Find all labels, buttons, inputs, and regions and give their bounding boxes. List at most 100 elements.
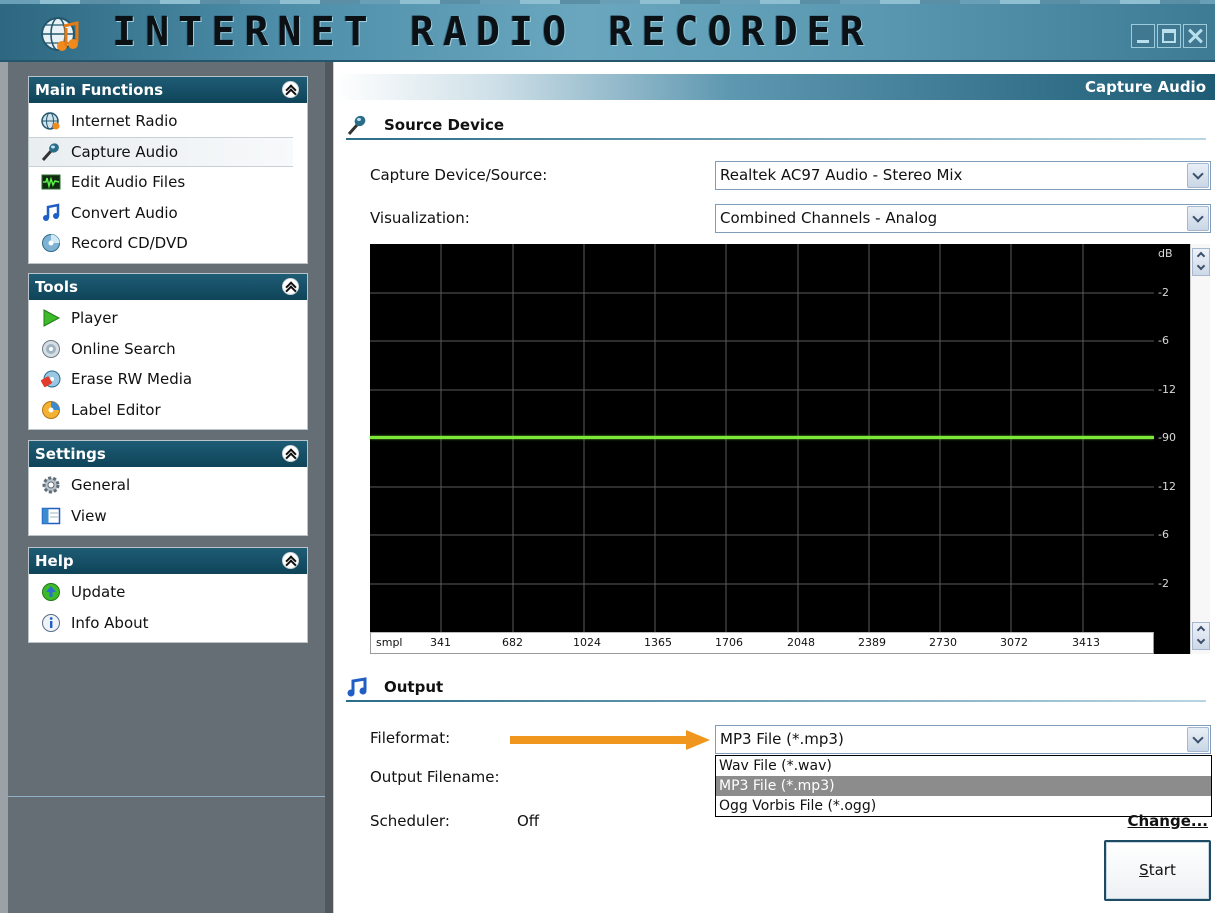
- signal-line: [370, 436, 1154, 439]
- sidebar-item-edit-audio-files[interactable]: Edit Audio Files: [29, 167, 307, 198]
- output-section-header: Output: [346, 674, 1206, 702]
- label-disc-icon: [42, 400, 60, 419]
- app-logo-icon: [41, 17, 79, 51]
- view-icon: [41, 507, 61, 524]
- chevron-down-icon[interactable]: [1187, 206, 1209, 231]
- microphone-icon: [347, 115, 366, 135]
- panel-help: Help Update Info About: [28, 547, 308, 643]
- music-notes-icon: [43, 203, 60, 221]
- sidebar-item-record-cd-dvd[interactable]: Record CD/DVD: [29, 228, 307, 259]
- collapse-icon[interactable]: [282, 445, 299, 462]
- sidebar-item-erase-rw-media[interactable]: Erase RW Media: [29, 364, 307, 395]
- search-disc-icon: [42, 339, 60, 358]
- sidebar-item-label: Convert Audio: [71, 203, 178, 222]
- sample-tick-label: 682: [502, 636, 523, 649]
- panel-settings: Settings General View: [28, 440, 308, 536]
- panel-title: Settings: [35, 445, 106, 463]
- chevron-up-icon[interactable]: [1196, 625, 1206, 635]
- sidebar-item-label: View: [71, 506, 107, 525]
- sidebar-item-label: Capture Audio: [71, 142, 179, 161]
- sidebar-item-online-search[interactable]: Online Search: [29, 334, 307, 365]
- window-controls: [1131, 24, 1207, 48]
- sidebar: Main Functions Internet Radio Capture Au…: [0, 62, 333, 913]
- scheduler-label: Scheduler:: [370, 812, 450, 830]
- sidebar-item-capture-audio[interactable]: Capture Audio: [29, 136, 293, 167]
- sidebar-item-label: Edit Audio Files: [71, 173, 186, 192]
- panel-main-functions: Main Functions Internet Radio Capture Au…: [28, 76, 308, 264]
- chevron-down-icon[interactable]: [1187, 727, 1209, 752]
- dropdown-option-wav[interactable]: Wav File (*.wav): [716, 756, 1211, 776]
- start-mnemonic: S: [1139, 861, 1149, 879]
- fileformat-label: Fileformat:: [370, 729, 451, 747]
- erase-disc-icon: [41, 370, 61, 388]
- change-scheduler-link[interactable]: Change...: [1128, 812, 1209, 830]
- sample-tick-label: 3072: [1000, 636, 1028, 649]
- fileformat-dropdown-list: Wav File (*.wav) MP3 File (*.mp3) Ogg Vo…: [715, 755, 1212, 817]
- collapse-icon[interactable]: [282, 552, 299, 569]
- sidebar-item-update[interactable]: Update: [29, 577, 307, 608]
- sidebar-item-info-about[interactable]: Info About: [29, 608, 307, 639]
- sidebar-item-label: Record CD/DVD: [71, 234, 188, 253]
- audio-visualizer: dB -2 -6 -12 -90 -12 -6 -2 smpl 341 682 1024 1365…: [370, 244, 1190, 654]
- scheduler-value: Off: [517, 812, 540, 830]
- sidebar-item-label: Update: [71, 583, 126, 602]
- visualization-select[interactable]: Combined Channels - Analog: [715, 204, 1211, 233]
- arrow-right-icon: [510, 730, 710, 750]
- panel-title: Tools: [35, 278, 78, 296]
- chevron-down-icon[interactable]: [1187, 163, 1209, 188]
- source-device-section-header: Source Device: [346, 112, 1206, 140]
- dropdown-option-mp3[interactable]: MP3 File (*.mp3): [716, 776, 1211, 796]
- panel-header-settings[interactable]: Settings: [29, 441, 307, 467]
- sample-tick-label: 1706: [715, 636, 743, 649]
- collapse-icon[interactable]: [282, 278, 299, 295]
- panel-header-tools[interactable]: Tools: [29, 274, 307, 300]
- gear-icon: [42, 476, 60, 494]
- sample-tick-label: 2389: [858, 636, 886, 649]
- chevron-up-icon[interactable]: [1196, 251, 1206, 261]
- info-icon: [42, 613, 60, 632]
- page-title: Capture Audio: [1085, 78, 1206, 96]
- microphone-icon: [41, 143, 59, 161]
- panel-tools: Tools Player Online Search Erase RW Medi…: [28, 273, 308, 430]
- fileformat-select[interactable]: MP3 File (*.mp3): [715, 725, 1211, 754]
- sample-tick-label: 2048: [787, 636, 815, 649]
- minimize-button[interactable]: [1131, 24, 1155, 48]
- sidebar-edge: [0, 62, 8, 913]
- collapse-icon[interactable]: [282, 81, 299, 98]
- start-label-rest: tart: [1148, 861, 1176, 879]
- panel-header-main-functions[interactable]: Main Functions: [29, 77, 307, 103]
- page-header: Capture Audio: [334, 74, 1215, 100]
- sidebar-item-label: Online Search: [71, 339, 176, 358]
- close-button[interactable]: [1183, 24, 1207, 48]
- db-tick-label: -12: [1158, 480, 1176, 493]
- panel-header-help[interactable]: Help: [29, 548, 307, 574]
- sample-tick-label: 1024: [573, 636, 601, 649]
- db-tick-label: -12: [1158, 383, 1176, 396]
- section-rule: [346, 700, 1206, 702]
- capture-device-value: Realtek AC97 Audio - Stereo Mix: [720, 166, 963, 184]
- main-content: Capture Audio Source Device Capture Devi…: [333, 62, 1215, 913]
- sidebar-item-general[interactable]: General: [29, 470, 307, 501]
- sidebar-item-label: Info About: [71, 613, 149, 632]
- sidebar-item-player[interactable]: Player: [29, 303, 307, 334]
- sidebar-item-label: Player: [71, 309, 118, 328]
- sidebar-item-label-editor[interactable]: Label Editor: [29, 395, 307, 426]
- sidebar-item-label: Label Editor: [71, 400, 161, 419]
- sample-tick-label: 2730: [929, 636, 957, 649]
- chevron-down-icon[interactable]: [1196, 261, 1206, 271]
- capture-device-select[interactable]: Realtek AC97 Audio - Stereo Mix: [715, 161, 1211, 190]
- sidebar-item-view[interactable]: View: [29, 501, 307, 532]
- sidebar-item-internet-radio[interactable]: Internet Radio: [29, 106, 307, 137]
- update-icon: [42, 583, 60, 602]
- scale-top-spinner[interactable]: [1192, 248, 1210, 276]
- maximize-button[interactable]: [1157, 24, 1181, 48]
- section-title: Output: [384, 678, 444, 696]
- start-button[interactable]: Start: [1104, 840, 1211, 901]
- chevron-down-icon[interactable]: [1196, 635, 1206, 645]
- sidebar-item-convert-audio[interactable]: Convert Audio: [29, 198, 307, 229]
- visualizer-scrollbar[interactable]: [1190, 244, 1210, 654]
- waveform-icon: [41, 174, 61, 190]
- sample-axis-label: smpl: [376, 636, 403, 649]
- scale-bottom-spinner[interactable]: [1192, 622, 1210, 650]
- db-tick-label: -6: [1158, 528, 1169, 541]
